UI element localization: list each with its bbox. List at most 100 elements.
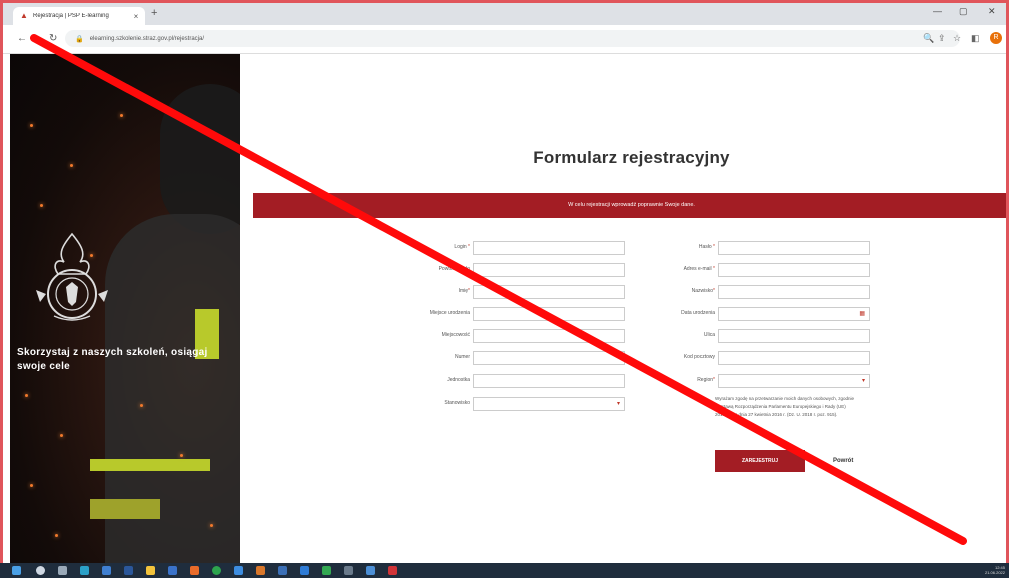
fire-service-emblem-icon <box>36 232 108 321</box>
screenshot-frame: ▲ Rejestracja | PSP E-learning × + — ▢ ✕… <box>0 0 1009 578</box>
windows-taskbar: 12:45 21.06.2022 <box>0 563 1009 578</box>
app-icon[interactable] <box>278 566 287 575</box>
zoom-icon[interactable]: 🔍 <box>923 33 934 44</box>
word-icon[interactable] <box>124 566 133 575</box>
browser-toolbar: ← → ↻ 🔒 elearning.szkolenie.straz.gov.pl… <box>3 25 1006 54</box>
field-label: Numer <box>454 354 470 360</box>
new-tab-button[interactable]: + <box>151 7 157 19</box>
app-icon[interactable] <box>234 566 243 575</box>
position-select[interactable]: ▾ <box>473 397 625 411</box>
store-icon[interactable] <box>102 566 111 575</box>
spark <box>70 164 73 167</box>
city-field: Miejscowość <box>373 329 625 343</box>
region-select[interactable]: ▾ <box>718 374 870 388</box>
chrome-icon[interactable] <box>212 566 221 575</box>
close-tab-icon[interactable]: × <box>131 12 141 21</box>
reload-icon[interactable]: ↻ <box>49 33 57 44</box>
password-field: Hasło * <box>618 241 870 255</box>
city-input[interactable] <box>473 329 625 343</box>
field-label: Imię* <box>458 288 470 294</box>
first-name-input[interactable] <box>473 285 625 299</box>
address-url: elearning.szkolenie.straz.gov.pl/rejestr… <box>89 35 204 42</box>
system-clock[interactable]: 12:45 21.06.2022 <box>985 565 1005 575</box>
spark <box>55 534 58 537</box>
forward-arrow-icon[interactable]: → <box>33 33 43 44</box>
email-input[interactable] <box>718 263 870 277</box>
password-input[interactable] <box>718 241 870 255</box>
field-label: Stanowisko <box>444 400 470 406</box>
firefox-icon[interactable] <box>190 566 199 575</box>
side-panel-icon[interactable]: ◧ <box>971 33 980 44</box>
field-label: Adres e-mail * <box>683 266 715 272</box>
field-label: Region* <box>697 377 715 383</box>
app-icon[interactable] <box>366 566 375 575</box>
number-field: Numer <box>373 351 625 365</box>
minimize-icon[interactable]: — <box>933 6 942 16</box>
field-label: Miejsce urodzenia <box>429 310 470 316</box>
browser-tab-strip: ▲ Rejestracja | PSP E-learning × + — ▢ ✕ <box>3 3 1006 25</box>
edge-icon[interactable] <box>80 566 89 575</box>
file-explorer-icon[interactable] <box>146 566 155 575</box>
site-favicon-icon: ▲ <box>20 11 28 20</box>
field-label: Kod pocztowy <box>683 354 715 360</box>
browser-tab-title: Rejestracja | PSP E-learning <box>33 13 109 19</box>
field-label: Ulica <box>703 332 715 338</box>
close-window-icon[interactable]: ✕ <box>988 6 996 17</box>
app-icon[interactable] <box>300 566 309 575</box>
search-icon[interactable] <box>36 566 45 575</box>
field-label: Hasło * <box>698 244 715 250</box>
calendar-icon[interactable]: ▦ <box>859 310 865 317</box>
last-name-input[interactable] <box>718 285 870 299</box>
field-label: Jednostka <box>447 377 470 383</box>
birthplace-field: Miejsce urodzenia <box>373 307 625 321</box>
clock-date: 21.06.2022 <box>984 570 1005 575</box>
birthdate-input[interactable]: ▦ <box>718 307 870 321</box>
bookmark-star-icon[interactable]: ☆ <box>953 33 961 44</box>
task-view-icon[interactable] <box>58 566 67 575</box>
back-button[interactable]: Powrót <box>833 458 853 464</box>
region-field: Region* ▾ <box>618 374 870 388</box>
outlook-icon[interactable] <box>168 566 177 575</box>
repeat-password-field: Powtórz hasło <box>373 263 625 277</box>
birthplace-input[interactable] <box>473 307 625 321</box>
spark <box>210 524 213 527</box>
gdpr-consent-text[interactable]: Wyrażam zgodę na przetwarzanie moich dan… <box>715 395 855 419</box>
start-icon[interactable] <box>12 566 21 575</box>
street-input[interactable] <box>718 329 870 343</box>
browser-tab[interactable]: ▲ Rejestracja | PSP E-learning × <box>13 7 145 25</box>
dropdown-caret-icon: ▾ <box>616 401 620 407</box>
unit-input[interactable] <box>473 374 625 388</box>
share-icon[interactable]: ⇪ <box>938 33 946 44</box>
restore-icon[interactable]: ▢ <box>959 6 968 17</box>
unit-field: Jednostka <box>373 374 625 388</box>
register-button[interactable]: ZAREJESTRUJ <box>715 450 805 472</box>
page-title: Formularz rejestracyjny <box>533 148 730 167</box>
street-field: Ulica <box>618 329 870 343</box>
lock-icon: 🔒 <box>75 35 84 43</box>
spark <box>180 454 183 457</box>
info-banner: W celu rejestracji wprowadź poprawnie Sw… <box>253 193 1006 218</box>
app-icon[interactable] <box>344 566 353 575</box>
field-label: Miejscowość <box>441 332 470 338</box>
spark <box>40 204 43 207</box>
postal-code-input[interactable] <box>718 351 870 365</box>
number-input[interactable] <box>473 351 625 365</box>
spark <box>120 114 123 117</box>
reflective-stripe <box>90 459 210 471</box>
hero-tagline: Skorzystaj z naszych szkoleń, osiągaj sw… <box>17 347 208 372</box>
app-icon[interactable] <box>256 566 265 575</box>
spark <box>30 124 33 127</box>
excel-icon[interactable] <box>322 566 331 575</box>
reflective-stripe <box>90 499 160 519</box>
spark <box>30 484 33 487</box>
spark <box>140 404 143 407</box>
back-arrow-icon[interactable]: ← <box>17 33 27 44</box>
pdf-reader-icon[interactable] <box>388 566 397 575</box>
profile-avatar[interactable]: R <box>990 32 1002 44</box>
address-bar[interactable]: 🔒 elearning.szkolenie.straz.gov.pl/rejes… <box>65 30 960 47</box>
spark <box>60 434 63 437</box>
firefighter-helmet <box>160 84 240 234</box>
login-input[interactable] <box>473 241 625 255</box>
position-field: Stanowisko ▾ <box>373 397 625 411</box>
repeat-password-input[interactable] <box>473 263 625 277</box>
